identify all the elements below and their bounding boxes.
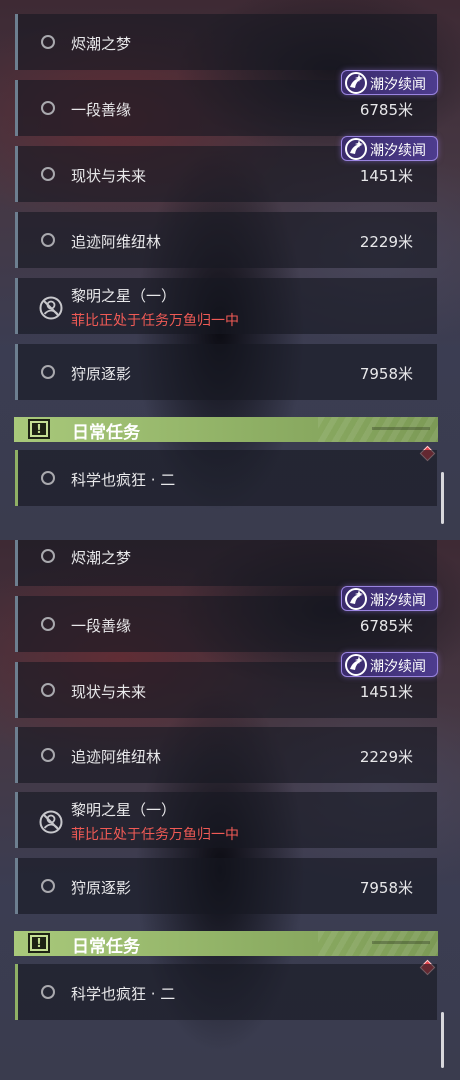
quest-distance: 7958米 <box>359 879 413 897</box>
quest-badge: 潮汐续闻 <box>341 586 438 611</box>
header-fine-text <box>372 941 430 944</box>
tide-icon <box>345 588 367 610</box>
quest-name: 一段善缘 <box>71 617 132 635</box>
quest-name: 烬潮之梦 <box>71 549 132 567</box>
quest-status-circle-icon <box>41 471 55 485</box>
section-title: 日常任务 <box>72 937 140 957</box>
quest-name: 现状与未来 <box>71 167 147 185</box>
quest-badge: 潮汐续闻 <box>341 70 438 95</box>
quest-status-circle-icon <box>41 683 55 697</box>
alert-icon: ! <box>28 933 50 953</box>
quest-item[interactable]: 狩原逐影 7958米 <box>15 858 437 914</box>
quest-name: 现状与未来 <box>71 683 147 701</box>
tide-icon <box>345 654 367 676</box>
quest-item[interactable]: 黎明之星（一） 菲比正处于任务万鱼归一中 <box>15 278 437 334</box>
quest-distance: 1451米 <box>359 167 413 185</box>
quest-name: 黎明之星（一） <box>71 801 177 819</box>
quest-name: 黎明之星（一） <box>71 287 177 305</box>
quest-name: 科学也疯狂 · 二 <box>71 471 176 489</box>
quest-distance: 6785米 <box>359 617 413 635</box>
quest-distance: 7958米 <box>359 365 413 383</box>
quest-status-circle-icon <box>41 101 55 115</box>
quest-status-circle-icon <box>41 35 55 49</box>
quest-status-circle-icon <box>41 365 55 379</box>
header-fine-text <box>372 427 430 430</box>
daily-quests-header[interactable]: ! 日常任务 <box>14 417 438 443</box>
quest-name: 烬潮之梦 <box>71 35 132 53</box>
section-title: 日常任务 <box>72 423 140 443</box>
quest-lock-note: 菲比正处于任务万鱼归一中 <box>71 827 239 843</box>
locked-character-icon <box>39 810 63 834</box>
quest-item[interactable]: 烬潮之梦 <box>15 540 437 586</box>
quest-item[interactable]: 潮汐续闻 现状与未来 1451米 <box>15 136 438 202</box>
quest-list-panel-top: 烬潮之梦 潮汐续闻 一段善缘 6785米 潮汐续闻 现状与未来 1451米 追迹… <box>0 0 460 540</box>
quest-item[interactable]: 科学也疯狂 · 二 <box>15 964 437 1020</box>
quest-status-circle-icon <box>41 549 55 563</box>
quest-badge-label: 潮汐续闻 <box>370 77 426 93</box>
quest-distance: 1451米 <box>359 683 413 701</box>
quest-distance: 2229米 <box>359 748 413 766</box>
quest-distance: 6785米 <box>359 101 413 119</box>
quest-item[interactable]: 黎明之星（一） 菲比正处于任务万鱼归一中 <box>15 792 437 848</box>
quest-badge-label: 潮汐续闻 <box>370 659 426 675</box>
quest-name: 追迹阿维纽林 <box>71 748 162 766</box>
scrollbar-thumb[interactable] <box>441 1012 444 1068</box>
quest-item[interactable]: 烬潮之梦 <box>15 14 437 70</box>
quest-status-circle-icon <box>41 879 55 893</box>
quest-item[interactable]: 追迹阿维纽林 2229米 <box>15 727 437 783</box>
quest-status-circle-icon <box>41 748 55 762</box>
quest-item[interactable]: 科学也疯狂 · 二 <box>15 450 437 506</box>
quest-lock-note: 菲比正处于任务万鱼归一中 <box>71 313 239 329</box>
quest-distance: 2229米 <box>359 233 413 251</box>
quest-badge-label: 潮汐续闻 <box>370 593 426 609</box>
tide-icon <box>345 72 367 94</box>
alert-icon: ! <box>28 419 50 439</box>
quest-item[interactable]: 潮汐续闻 一段善缘 6785米 <box>15 70 438 136</box>
locked-character-icon <box>39 296 63 320</box>
daily-quests-header[interactable]: ! 日常任务 <box>14 931 438 957</box>
quest-item[interactable]: 潮汐续闻 现状与未来 1451米 <box>15 652 438 718</box>
scrollbar-thumb[interactable] <box>441 472 444 524</box>
quest-name: 狩原逐影 <box>71 879 132 897</box>
quest-name: 科学也疯狂 · 二 <box>71 985 176 1003</box>
quest-status-circle-icon <box>41 233 55 247</box>
tide-icon <box>345 138 367 160</box>
quest-item[interactable]: 追迹阿维纽林 2229米 <box>15 212 437 268</box>
quest-badge: 潮汐续闻 <box>341 652 438 677</box>
quest-item[interactable]: 狩原逐影 7958米 <box>15 344 437 400</box>
quest-badge: 潮汐续闻 <box>341 136 438 161</box>
quest-status-circle-icon <box>41 167 55 181</box>
quest-name: 追迹阿维纽林 <box>71 233 162 251</box>
quest-name: 一段善缘 <box>71 101 132 119</box>
quest-status-circle-icon <box>41 985 55 999</box>
quest-status-circle-icon <box>41 617 55 631</box>
quest-item[interactable]: 潮汐续闻 一段善缘 6785米 <box>15 586 438 652</box>
quest-badge-label: 潮汐续闻 <box>370 143 426 159</box>
quest-list-panel-bottom: 烬潮之梦 潮汐续闻 一段善缘 6785米 潮汐续闻 现状与未来 1451米 追迹… <box>0 540 460 1080</box>
quest-name: 狩原逐影 <box>71 365 132 383</box>
